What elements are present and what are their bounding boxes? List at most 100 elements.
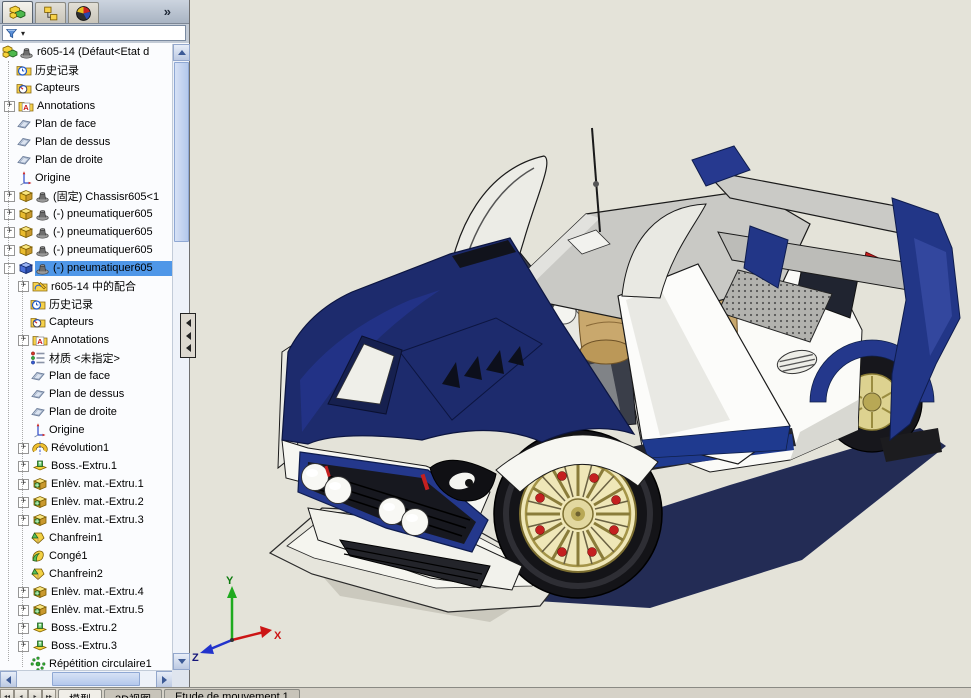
pm-icon bbox=[42, 5, 59, 22]
tree-item[interactable]: +Enlèv. mat.-Extru.1 bbox=[0, 475, 173, 493]
cut-icon bbox=[32, 512, 48, 528]
tree-item[interactable]: Chanfrein1 bbox=[0, 529, 173, 547]
cut-icon bbox=[32, 476, 48, 492]
tree-item[interactable]: +Enlèv. mat.-Extru.5 bbox=[0, 601, 173, 619]
tree-item[interactable]: +r605-14 中的配合 bbox=[0, 277, 173, 295]
tree-item-label: Capteurs bbox=[33, 82, 82, 94]
tree-item[interactable]: r605-14 (Défaut<Etat d bbox=[0, 43, 173, 61]
tree-item[interactable]: Origine bbox=[0, 169, 173, 187]
tree-item-label: Révolution1 bbox=[49, 442, 111, 454]
tree-item-label: Boss.-Extru.1 bbox=[49, 460, 119, 472]
tab-overflow-chevron[interactable]: » bbox=[164, 4, 171, 19]
scroll-right-button[interactable] bbox=[156, 671, 173, 688]
tree-item[interactable]: +(-) pneumatiquer605 bbox=[0, 241, 173, 259]
expand-toggle[interactable]: + bbox=[18, 479, 29, 490]
tree-item[interactable]: + Annotations bbox=[0, 331, 173, 349]
scroll-up-button[interactable] bbox=[173, 44, 190, 61]
expand-toggle[interactable]: + bbox=[18, 605, 29, 616]
tree-item[interactable]: +Enlèv. mat.-Extru.3 bbox=[0, 511, 173, 529]
tree-item[interactable]: +(固定) Chassisr605<1 bbox=[0, 187, 173, 205]
tab-nav-button[interactable]: ▸▸ bbox=[42, 689, 56, 698]
assembly-icon bbox=[2, 44, 18, 60]
expand-toggle[interactable]: + bbox=[4, 245, 15, 256]
expand-toggle[interactable]: + bbox=[18, 443, 29, 454]
bottom-tab-3d视图[interactable]: 3D视图 bbox=[104, 689, 162, 698]
filter-caret-icon[interactable]: ▾ bbox=[21, 29, 25, 38]
tree-item[interactable]: Congé1 bbox=[0, 547, 173, 565]
tree-item[interactable]: +Boss.-Extru.3 bbox=[0, 637, 173, 655]
bottom-tab-模型[interactable]: 模型 bbox=[58, 689, 102, 698]
filter-funnel-icon bbox=[5, 27, 18, 40]
expand-toggle[interactable]: + bbox=[4, 101, 15, 112]
tab-nav-button[interactable]: ◂◂ bbox=[0, 689, 14, 698]
tree-item[interactable]: + Révolution1 bbox=[0, 439, 173, 457]
tree-item[interactable]: +Annotations bbox=[0, 97, 173, 115]
part-yellow-icon bbox=[18, 206, 34, 222]
expand-toggle[interactable]: + bbox=[18, 497, 29, 508]
origin-icon bbox=[16, 170, 32, 186]
mates-icon bbox=[32, 278, 48, 294]
expand-toggle[interactable]: + bbox=[18, 623, 29, 634]
expand-toggle[interactable]: + bbox=[18, 461, 29, 472]
tree-item[interactable]: +Enlèv. mat.-Extru.2 bbox=[0, 493, 173, 511]
history-icon bbox=[16, 62, 32, 78]
filter-input[interactable]: ▾ bbox=[2, 25, 186, 41]
tree-item[interactable]: Plan de face bbox=[0, 115, 173, 133]
tab-nav-button[interactable]: ▸ bbox=[28, 689, 42, 698]
horizontal-scroll-thumb[interactable] bbox=[52, 672, 140, 686]
tree-item-label: Capteurs bbox=[47, 316, 96, 328]
tree-item[interactable]: Chanfrein2 bbox=[0, 565, 173, 583]
tree-item[interactable]: + Boss.-Extru.1 bbox=[0, 457, 173, 475]
tree-item[interactable]: Plan de droite bbox=[0, 403, 173, 421]
panel-splitter-collapse[interactable] bbox=[180, 313, 196, 358]
tree-item[interactable]: Plan de droite bbox=[0, 151, 173, 169]
part-blue-icon bbox=[18, 260, 34, 276]
expand-toggle[interactable]: + bbox=[4, 209, 15, 220]
annotations-icon bbox=[18, 98, 34, 114]
tree-item[interactable]: 历史记录 bbox=[0, 61, 173, 79]
scroll-left-button[interactable] bbox=[0, 671, 17, 688]
expand-toggle[interactable]: + bbox=[18, 335, 29, 346]
expand-toggle[interactable]: + bbox=[4, 191, 15, 202]
tree-item-label: Annotations bbox=[49, 334, 111, 346]
graphics-viewport[interactable]: Y X Z bbox=[190, 0, 971, 687]
expand-toggle[interactable]: + bbox=[18, 587, 29, 598]
tree-item[interactable]: Plan de face bbox=[0, 367, 173, 385]
tree-horizontal-scrollbar[interactable] bbox=[0, 670, 173, 687]
featuremanager-design-tree-tab[interactable] bbox=[2, 1, 33, 23]
tree-item[interactable]: 历史记录 bbox=[0, 295, 173, 313]
tree-item-label: Plan de dessus bbox=[47, 388, 126, 400]
displaymanager-tab[interactable] bbox=[68, 2, 99, 23]
tree-item[interactable]: +Boss.-Extru.2 bbox=[0, 619, 173, 637]
expand-toggle[interactable]: + bbox=[18, 515, 29, 526]
scroll-down-button[interactable] bbox=[173, 653, 190, 670]
tree-item[interactable]: Plan de dessus bbox=[0, 133, 173, 151]
boss-icon bbox=[32, 620, 48, 636]
tree-item[interactable]: Origine bbox=[0, 421, 173, 439]
circpattern-icon bbox=[30, 656, 46, 670]
tree-item[interactable]: Répétition circulaire1 bbox=[0, 655, 173, 670]
history-icon bbox=[30, 296, 46, 312]
tree-item-label: Chanfrein1 bbox=[47, 532, 105, 544]
material-icon bbox=[30, 350, 46, 366]
expand-toggle[interactable]: - bbox=[4, 263, 15, 274]
expand-toggle[interactable]: + bbox=[4, 227, 15, 238]
tree-item[interactable]: +(-) pneumatiquer605 bbox=[0, 205, 173, 223]
tree-item[interactable]: Capteurs bbox=[0, 313, 173, 331]
tree-item[interactable]: Capteurs bbox=[0, 79, 173, 97]
expand-toggle[interactable]: + bbox=[18, 281, 29, 292]
boss-icon bbox=[32, 458, 48, 474]
tree-item[interactable]: +(-) pneumatiquer605 bbox=[0, 223, 173, 241]
propertymanager-tab[interactable] bbox=[35, 2, 66, 23]
tree-item[interactable]: 材质 <未指定> bbox=[0, 349, 173, 367]
tree-item[interactable]: +Enlèv. mat.-Extru.4 bbox=[0, 583, 173, 601]
vertical-scroll-thumb[interactable] bbox=[174, 62, 189, 242]
featuremanager-panel: » ▾ r605-14 (Défaut<Etat d历史记录Capteurs+A… bbox=[0, 0, 190, 687]
tree-guide-line bbox=[22, 277, 23, 667]
sensors-icon bbox=[30, 314, 46, 330]
tree-item[interactable]: Plan de dessus bbox=[0, 385, 173, 403]
tree-item[interactable]: -(-) pneumatiquer605 bbox=[0, 259, 173, 277]
expand-toggle[interactable]: + bbox=[18, 641, 29, 652]
tab-nav-button[interactable]: ◂ bbox=[14, 689, 28, 698]
bottom-tab-etude-de-mouvement-1[interactable]: Etude de mouvement 1 bbox=[164, 689, 300, 698]
